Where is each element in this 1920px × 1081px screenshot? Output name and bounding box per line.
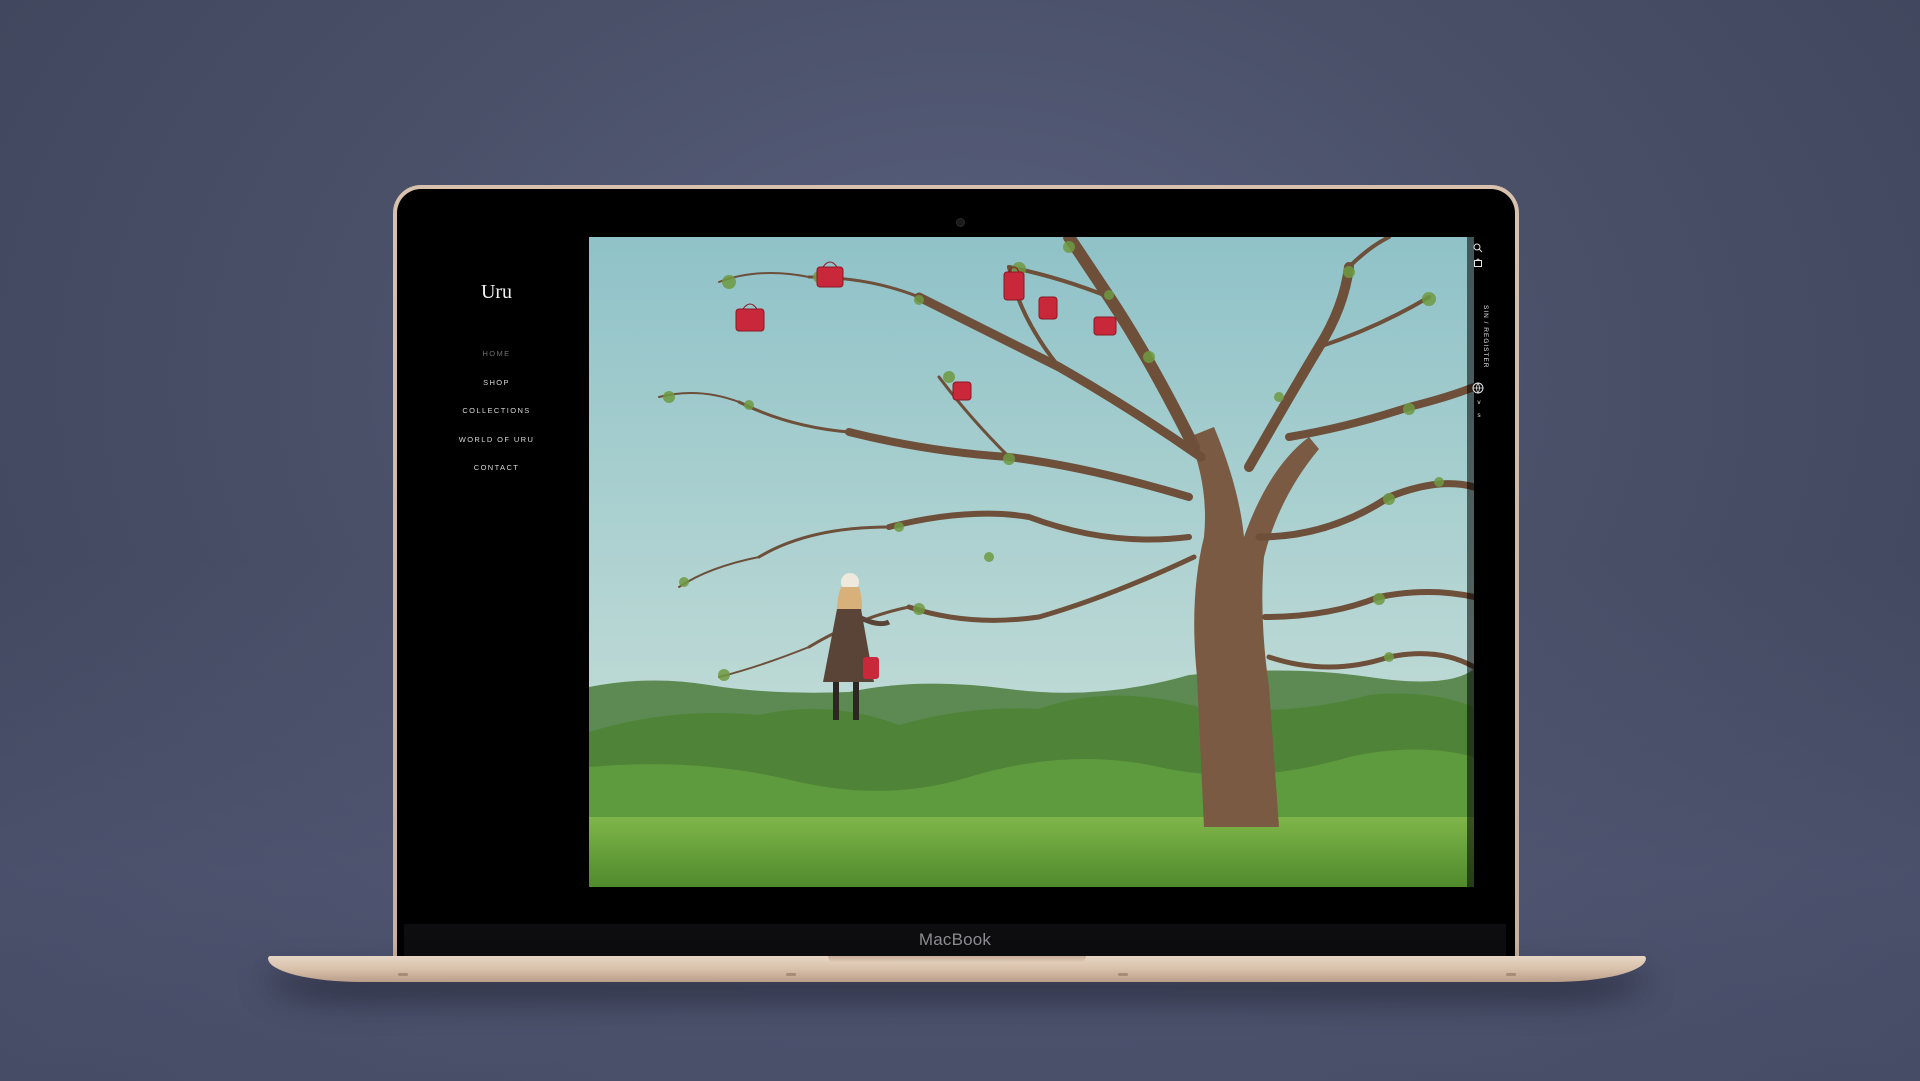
nav-item-contact[interactable]: CONTACT (474, 454, 520, 483)
nav-item-world-of-uru[interactable]: WORLD OF URU (459, 426, 535, 455)
nav-item-collections[interactable]: COLLECTIONS (462, 397, 530, 426)
device-brand-label: MacBook (918, 930, 992, 949)
laptop-lid: Uru HOME SHOP COLLECTIONS WORLD OF URU C… (393, 185, 1519, 958)
lid-notch (828, 956, 1086, 963)
laptop-base (268, 956, 1646, 982)
laptop-foot (786, 973, 796, 976)
camera-icon (956, 218, 965, 227)
laptop-foot (1506, 973, 1516, 976)
globe-icon[interactable] (1472, 382, 1484, 394)
site-nav: HOME SHOP COLLECTIONS WORLD OF URU CONTA… (459, 340, 535, 483)
laptop-foot (398, 973, 408, 976)
language-option-b[interactable]: s (1474, 412, 1484, 419)
site-sidebar: Uru HOME SHOP COLLECTIONS WORLD OF URU C… (404, 237, 589, 920)
hero-illustration (589, 237, 1474, 887)
bag-icon[interactable] (1473, 257, 1483, 267)
nav-item-shop[interactable]: SHOP (483, 369, 510, 398)
utility-strip: SIN / REGISTER v s (1467, 237, 1491, 887)
signin-register-link[interactable]: SIN / REGISTER (1469, 297, 1489, 377)
nav-item-home[interactable]: HOME (482, 340, 510, 369)
bottom-bezel: MacBook (404, 924, 1506, 956)
grass (589, 817, 1474, 887)
screen-bezel: Uru HOME SHOP COLLECTIONS WORLD OF URU C… (397, 189, 1515, 958)
hero-image (589, 237, 1474, 887)
language-option-a[interactable]: v (1474, 399, 1484, 406)
laptop-screen: Uru HOME SHOP COLLECTIONS WORLD OF URU C… (404, 237, 1506, 920)
laptop-foot (1118, 973, 1128, 976)
search-icon[interactable] (1473, 243, 1483, 253)
site-logo[interactable]: Uru (481, 281, 512, 304)
